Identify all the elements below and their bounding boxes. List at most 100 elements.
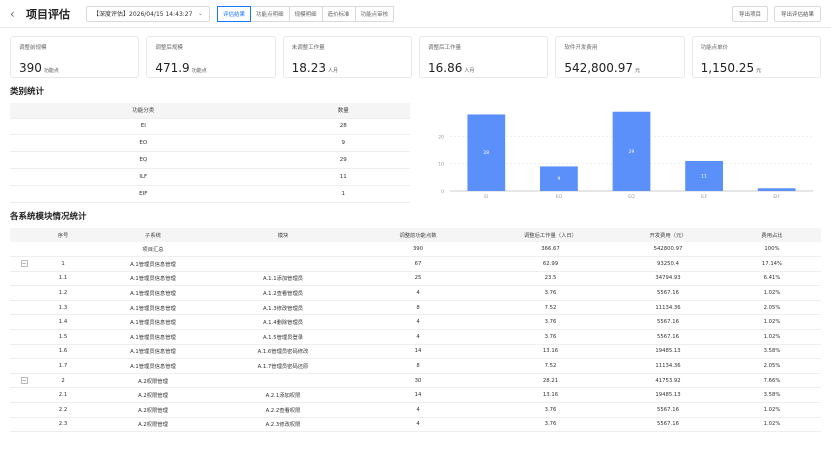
cell: 13.16 xyxy=(488,387,613,404)
cell: 1 xyxy=(276,185,410,203)
col-header: 模块 xyxy=(218,228,348,242)
cell: 1.6 xyxy=(38,344,88,360)
x-tick-label: EIF xyxy=(773,194,780,200)
cell: 14 xyxy=(348,387,488,404)
cell: 4 xyxy=(348,402,488,418)
cell: A.1管理员信息管理 xyxy=(88,285,218,301)
bar-value-label: 11 xyxy=(701,173,707,179)
cell: EI xyxy=(10,118,277,136)
cell: 34794.93 xyxy=(613,271,723,287)
export-result-button[interactable]: 导出评估结果 xyxy=(773,5,821,22)
cell: 8 xyxy=(348,300,488,316)
y-tick-label: 0 xyxy=(441,189,444,195)
cell: 100% xyxy=(723,242,821,258)
bar-eif[interactable] xyxy=(757,188,796,191)
row-toggle-cell xyxy=(10,242,38,258)
col-header: 费用占比 xyxy=(723,228,821,242)
bar-value-label: 28 xyxy=(483,150,489,156)
cell: A.1.6管理员密码修改 xyxy=(218,344,348,360)
cell: 1.4 xyxy=(38,314,88,331)
table-row: 1.6 A.1管理员信息管理 A.1.6管理员密码修改 14 13.16 19485.13… xyxy=(10,344,821,360)
cell: EO xyxy=(10,134,277,153)
export-project-button[interactable]: 导出项目 xyxy=(731,5,768,22)
tab-evaluation-result[interactable]: 评估结果 xyxy=(217,5,252,22)
cell: 1.02% xyxy=(723,402,821,418)
cell: 4 xyxy=(348,329,488,345)
card-label: 软件开发费用 xyxy=(564,45,598,51)
y-tick-label: 20 xyxy=(438,134,444,140)
cell: 11134.36 xyxy=(613,358,723,374)
cell: 8 xyxy=(348,358,488,374)
cell: 3.76 xyxy=(488,314,613,331)
cell: A.1管理员信息管理 xyxy=(88,300,218,316)
page-title: 项目评估 xyxy=(26,7,70,21)
cell xyxy=(218,256,348,272)
chevron-down-icon: ⌄ xyxy=(197,10,203,17)
back-arrow-icon[interactable]: ‹ xyxy=(10,7,20,21)
card-label: 调整前规模 xyxy=(19,45,47,51)
cell: 28 xyxy=(276,118,410,136)
card-value: 16.86 xyxy=(427,61,463,75)
table-row: 1.5 A.1管理员信息管理 A.1.5管理员登录 4 3.76 5567.16 1.02% xyxy=(10,329,821,345)
card-post-adjust-scale: 调整后规模 471.9 功能点 xyxy=(146,36,276,78)
header-bar: ‹ 项目评估 【深度评估】2026/04/15 14:43:27 ⌄ 评估结果 … xyxy=(0,0,831,28)
cell: 1.02% xyxy=(723,329,821,345)
cell: 1.02% xyxy=(723,314,821,331)
cell: A.1管理员信息管理 xyxy=(88,314,218,331)
cell: 542800.97 xyxy=(613,242,723,258)
y-tick-label: 10 xyxy=(438,162,444,168)
cell: EIF xyxy=(10,185,277,203)
col-header: 功能分类 xyxy=(10,103,277,119)
tab-cost-standard[interactable]: 造价标准 xyxy=(321,5,356,22)
summary-cards: 调整前规模 390 功能点 调整后规模 471.9 功能点 未调整工作量 18.23… xyxy=(10,36,821,78)
cell: A.1.3修改管理员 xyxy=(218,300,348,316)
cell: 14 xyxy=(348,344,488,360)
card-label: 未调整工作量 xyxy=(291,45,325,51)
chart-svg: 0 10 20 28 EI 9 EO 29 EQ 11 ILF EIF xyxy=(438,111,813,200)
card-pre-adjust-scale: 调整前规模 390 功能点 xyxy=(10,36,140,78)
card-unadjusted-workload: 未调整工作量 18.23 人月 xyxy=(282,36,412,78)
table-row: ILF 11 xyxy=(10,168,410,187)
cell: A.1.4删除管理员 xyxy=(218,314,348,331)
tab-function-point-detail[interactable]: 功能点明细 xyxy=(250,5,290,22)
card-dev-cost: 软件开发费用 542,800.97 元 xyxy=(555,36,685,78)
cell: 6.41% xyxy=(723,271,821,287)
cell: 7.52 xyxy=(488,300,613,316)
cell: 41753.92 xyxy=(613,373,723,389)
tab-scale-detail[interactable]: 规模明细 xyxy=(288,5,323,22)
cell: 4 xyxy=(348,285,488,301)
collapse-icon[interactable]: − xyxy=(20,377,28,385)
cell: 1.02% xyxy=(723,417,821,433)
col-header: 子系统 xyxy=(88,228,218,242)
modules-table: 序号 子系统 模块 调整前功能点数 调整后工作量（人日） 开发费用（元） 费用占… xyxy=(10,228,821,433)
cell: 3.76 xyxy=(488,329,613,345)
row-toggle-cell: − xyxy=(10,256,38,272)
modules-table-body: 项目汇总 390 366.67 542800.97 100% −1 A.1管理员信息管理 67… xyxy=(10,242,821,433)
project-select-value: 【深度评估】2026/04/15 14:43:27 xyxy=(93,11,193,18)
cell: ILF xyxy=(10,168,277,187)
category-bar-chart: 0 10 20 28 EI 9 EO 29 EQ 11 ILF EIF xyxy=(428,103,821,203)
card-label: 调整后规模 xyxy=(155,45,183,51)
collapse-icon[interactable]: − xyxy=(20,260,28,268)
cell: 1.7 xyxy=(38,358,88,374)
card-label: 功能点单价 xyxy=(700,45,729,51)
cell: EQ xyxy=(10,151,277,170)
cell: 3.76 xyxy=(488,402,613,418)
cell: 5567.16 xyxy=(613,417,723,433)
cell xyxy=(218,242,348,258)
cell: A.1管理员信息管理 xyxy=(88,256,218,272)
cell: A.2权限管理 xyxy=(88,402,218,418)
cell: A.2权限管理 xyxy=(88,373,218,389)
cell: A.2.2查看权限 xyxy=(218,402,348,418)
project-select[interactable]: 【深度评估】2026/04/15 14:43:27 ⌄ xyxy=(86,5,210,22)
cell: 3.76 xyxy=(488,285,613,301)
cell: 28.21 xyxy=(488,373,613,389)
card-unit: 功能点 xyxy=(191,68,207,74)
cell: 25 xyxy=(348,271,488,287)
cell: 3.76 xyxy=(488,417,613,433)
row-toggle-cell xyxy=(10,344,38,360)
col-header: 调整后工作量（人日） xyxy=(488,228,613,242)
cell: A.1管理员信息管理 xyxy=(88,344,218,360)
tab-function-point-review[interactable]: 功能点审核 xyxy=(354,5,395,22)
cell: 2 xyxy=(38,373,88,389)
